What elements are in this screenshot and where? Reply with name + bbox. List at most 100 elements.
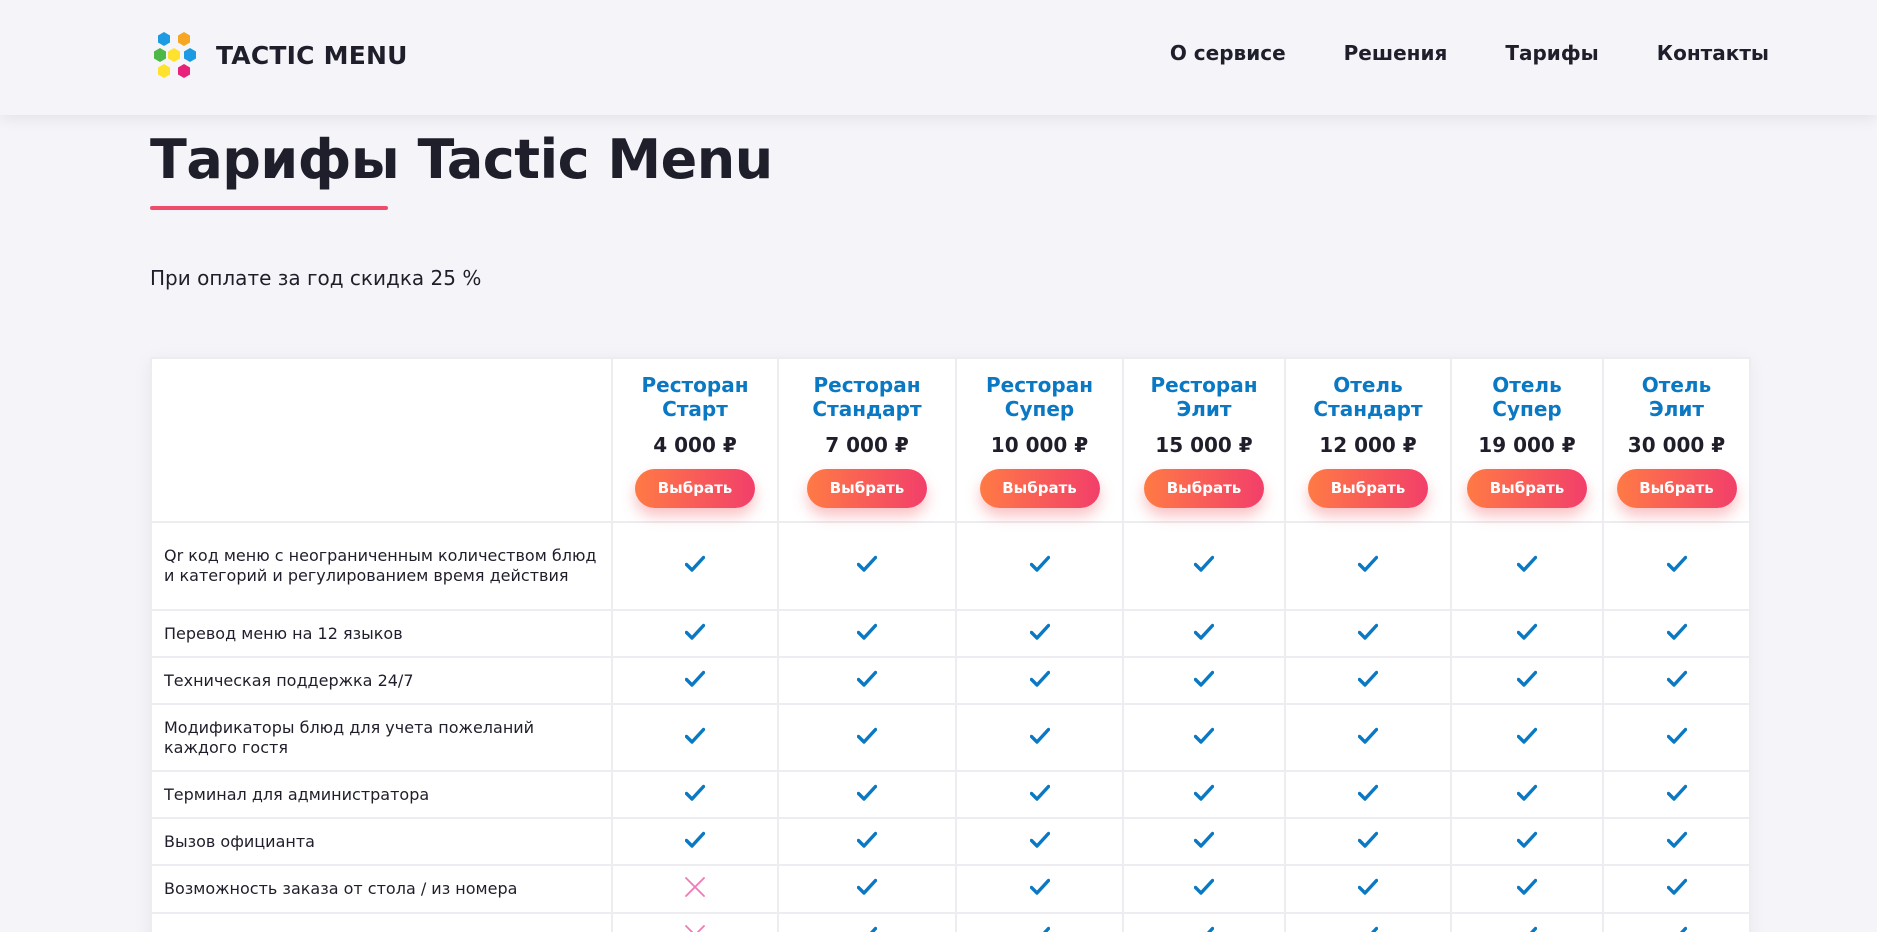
check-icon: [1042, 926, 1050, 932]
feature-included-cell: [1122, 521, 1286, 611]
feature-included-cell: [955, 609, 1124, 658]
check-icon: [1370, 926, 1378, 932]
check-icon: [1666, 670, 1687, 687]
feature-included-cell: [1284, 609, 1452, 658]
check-icon: [1517, 831, 1537, 848]
feature-included-cell: [1284, 770, 1452, 819]
check-icon: [1517, 784, 1537, 801]
feature-included-cell: [1450, 656, 1604, 705]
feature-included-cell: [1122, 656, 1286, 705]
check-icon: [1666, 831, 1687, 848]
select-plan-button[interactable]: Выбрать: [979, 469, 1100, 508]
check-icon: [1358, 555, 1378, 572]
feature-included-cell: [1122, 770, 1286, 819]
feature-included-cell: [1602, 817, 1751, 866]
check-icon: [685, 831, 705, 848]
feature-included-cell: [611, 521, 779, 611]
check-icon: [857, 555, 877, 572]
select-plan-button[interactable]: Выбрать: [1144, 469, 1264, 508]
feature-included-cell: [611, 817, 779, 866]
feature-included-cell: [1602, 609, 1751, 658]
feature-row: Техническая поддержка 24/7: [150, 656, 1751, 705]
feature-label: Модификаторы блюд для учета пожеланий ка…: [150, 703, 613, 772]
feature-included-cell: [611, 656, 779, 705]
feature-label: Возможность заказа от стола / из номера: [150, 864, 613, 914]
nav-solutions[interactable]: Решения: [1344, 41, 1448, 65]
main-nav: О сервисе Решения Тарифы Контакты: [1112, 41, 1769, 65]
check-icon: [857, 831, 877, 848]
plan-hotel-elite: Отель Элит 30 000 ₽ Выбрать: [1602, 357, 1751, 523]
select-plan-button[interactable]: Выбрать: [1308, 469, 1428, 508]
select-plan-button[interactable]: Выбрать: [807, 469, 927, 508]
check-icon: [1358, 784, 1378, 801]
feature-included-cell: [1122, 912, 1286, 932]
logo[interactable]: TACTIC MENU: [150, 30, 408, 80]
feature-included-cell: [777, 864, 957, 914]
feature-included-cell: [1602, 912, 1751, 932]
feature-label: Терминал для администратора: [150, 770, 613, 819]
feature-included-cell: [1284, 817, 1452, 866]
check-icon: [1517, 670, 1537, 687]
feature-row: Возможность заказа от стола / из номера: [150, 864, 1751, 914]
plan-name: Ресторан Супер: [985, 373, 1094, 421]
plan-name: Ресторан Стандарт: [812, 373, 922, 421]
check-icon: [1666, 555, 1687, 572]
feature-included-cell: [1450, 817, 1604, 866]
check-icon: [1206, 926, 1214, 932]
check-icon: [1194, 727, 1214, 744]
check-icon: [1666, 623, 1687, 640]
plan-name: Отель Супер: [1492, 373, 1562, 421]
check-icon: [685, 670, 705, 687]
feature-included-cell: [1602, 656, 1751, 705]
nav-pricing[interactable]: Тарифы: [1505, 41, 1598, 65]
feature-row: Терминал для администратора: [150, 770, 1751, 819]
plan-restaurant-start: Ресторан Старт 4 000 ₽ Выбрать: [611, 357, 779, 523]
check-icon: [1529, 926, 1537, 932]
plan-price: 30 000 ₽: [1627, 433, 1726, 457]
feature-included-cell: [955, 912, 1124, 932]
check-icon: [1358, 727, 1378, 744]
check-icon: [1666, 727, 1687, 744]
plan-name: Ресторан Элит: [1150, 373, 1258, 421]
check-icon: [1358, 623, 1378, 640]
check-icon: [1358, 878, 1378, 895]
check-icon: [1029, 727, 1050, 744]
feature-included-cell: [777, 770, 957, 819]
hexagon-logo-icon: [154, 32, 196, 78]
plan-price: 15 000 ₽: [1155, 433, 1253, 457]
feature-label: Qr код меню с неограниченным количеством…: [150, 521, 613, 611]
plan-hotel-standard: Отель Стандарт 12 000 ₽ Выбрать: [1284, 357, 1452, 523]
check-icon: [685, 623, 705, 640]
plan-hotel-super: Отель Супер 19 000 ₽ Выбрать: [1450, 357, 1604, 523]
check-icon: [1029, 623, 1050, 640]
feature-included-cell: [1122, 609, 1286, 658]
feature-included-cell: [611, 770, 779, 819]
check-icon: [857, 623, 877, 640]
feature-included-cell: [1602, 770, 1751, 819]
feature-included-cell: [777, 912, 957, 932]
title-underline: [150, 206, 388, 210]
cross-icon: [685, 924, 705, 932]
nav-about[interactable]: О сервисе: [1170, 41, 1286, 65]
check-icon: [1194, 831, 1214, 848]
feature-label: Вызов официанта: [150, 817, 613, 866]
check-icon: [1666, 878, 1687, 895]
feature-included-cell: [1450, 609, 1604, 658]
check-icon: [1194, 623, 1214, 640]
feature-included-cell: [1284, 912, 1452, 932]
check-icon: [1517, 555, 1537, 572]
plan-price: 19 000 ₽: [1478, 433, 1576, 457]
feature-included-cell: [1450, 521, 1604, 611]
check-icon: [1029, 878, 1050, 895]
check-icon: [857, 670, 877, 687]
feature-included-cell: [955, 656, 1124, 705]
plan-price: 10 000 ₽: [990, 433, 1089, 457]
select-plan-button[interactable]: Выбрать: [1467, 469, 1587, 508]
feature-included-cell: [955, 703, 1124, 772]
select-plan-button[interactable]: Выбрать: [635, 469, 755, 508]
feature-rows: Qr код меню с неограниченным количеством…: [150, 521, 1751, 932]
nav-contacts[interactable]: Контакты: [1657, 41, 1769, 65]
select-plan-button[interactable]: Выбрать: [1616, 469, 1737, 508]
feature-included-cell: [611, 703, 779, 772]
feature-included-cell: [777, 817, 957, 866]
